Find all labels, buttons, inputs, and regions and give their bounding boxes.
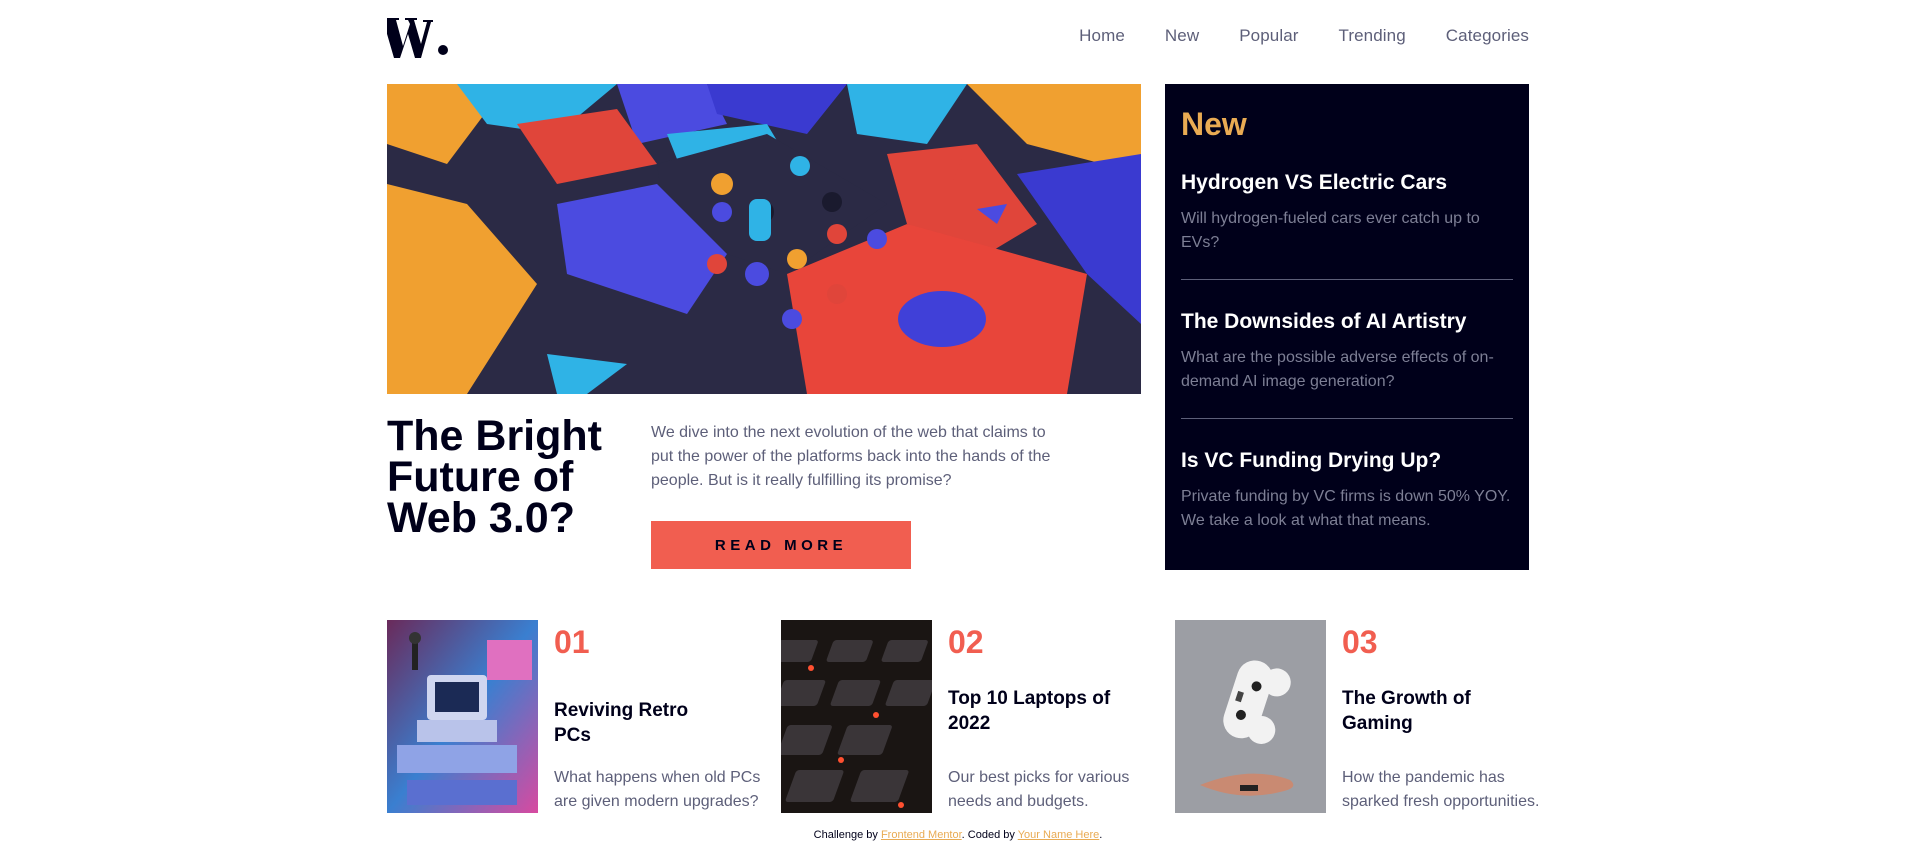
card-number: 03 (1342, 624, 1378, 660)
footer-suffix: . (1099, 829, 1103, 841)
abstract-3d-blocks-image (387, 84, 1141, 394)
new-item-title[interactable]: Is VC Funding Drying Up? (1181, 449, 1513, 473)
card-gaming[interactable]: 03 The Growth of Gaming How the pandemic… (1175, 620, 1555, 813)
page-wrapper: Home New Popular Trending Categories The… (387, 0, 1539, 856)
hero-title: The Bright Future of Web 3.0? (387, 412, 602, 542)
main-nav: Home New Popular Trending Categories (1079, 26, 1529, 46)
card-description: Our best picks for various needs and bud… (948, 769, 1130, 810)
footer-link-author[interactable]: Your Name Here (1018, 829, 1100, 841)
hero-image (387, 84, 1141, 394)
card-description: How the pandemic has sparked fresh oppor… (1342, 769, 1540, 810)
new-item-desc: Will hydrogen-fueled cars ever catch up … (1181, 210, 1480, 251)
new-item-desc: Private funding by VC firms is down 50% … (1181, 488, 1511, 529)
new-item-title[interactable]: The Downsides of AI Artistry (1181, 310, 1513, 334)
logo-icon[interactable] (387, 14, 449, 58)
new-item-title[interactable]: Hydrogen VS Electric Cars (1181, 171, 1513, 195)
card-number: 01 (554, 624, 590, 660)
read-more-button[interactable]: READ MORE (651, 521, 911, 569)
footer-prefix: Challenge by (813, 829, 881, 841)
nav-categories[interactable]: Categories (1446, 26, 1529, 46)
footer-middle: . Coded by (961, 829, 1018, 841)
card-title[interactable]: Top 10 Laptops of 2022 (948, 686, 1118, 736)
game-controller-image (1175, 620, 1326, 813)
card-laptops[interactable]: 02 Top 10 Laptops of 2022 Our best picks… (781, 620, 1161, 813)
new-item[interactable]: Is VC Funding Drying Up? Private funding… (1181, 418, 1513, 557)
card-title[interactable]: Reviving Retro PCs (554, 698, 724, 748)
hero-description: We dive into the next evolution of the w… (651, 424, 1051, 489)
retro-pc-image (387, 620, 538, 813)
nav-new[interactable]: New (1165, 26, 1199, 46)
new-panel-heading: New (1181, 106, 1247, 142)
new-item[interactable]: Hydrogen VS Electric Cars Will hydrogen-… (1181, 171, 1513, 279)
card-retro-pcs[interactable]: 01 Reviving Retro PCs What happens when … (387, 620, 767, 813)
footer-attribution: Challenge by Frontend Mentor. Coded by Y… (0, 829, 1916, 841)
footer-link-frontend-mentor[interactable]: Frontend Mentor (881, 829, 962, 841)
card-title[interactable]: The Growth of Gaming (1342, 686, 1512, 736)
nav-home[interactable]: Home (1079, 26, 1125, 46)
new-item[interactable]: The Downsides of AI Artistry What are th… (1181, 279, 1513, 418)
nav-trending[interactable]: Trending (1339, 26, 1406, 46)
new-item-desc: What are the possible adverse effects of… (1181, 349, 1494, 390)
card-number: 02 (948, 624, 984, 660)
new-panel: New Hydrogen VS Electric Cars Will hydro… (1165, 84, 1529, 570)
nav-popular[interactable]: Popular (1239, 26, 1298, 46)
laptop-keyboard-image (781, 620, 932, 813)
card-description: What happens when old PCs are given mode… (554, 769, 761, 810)
